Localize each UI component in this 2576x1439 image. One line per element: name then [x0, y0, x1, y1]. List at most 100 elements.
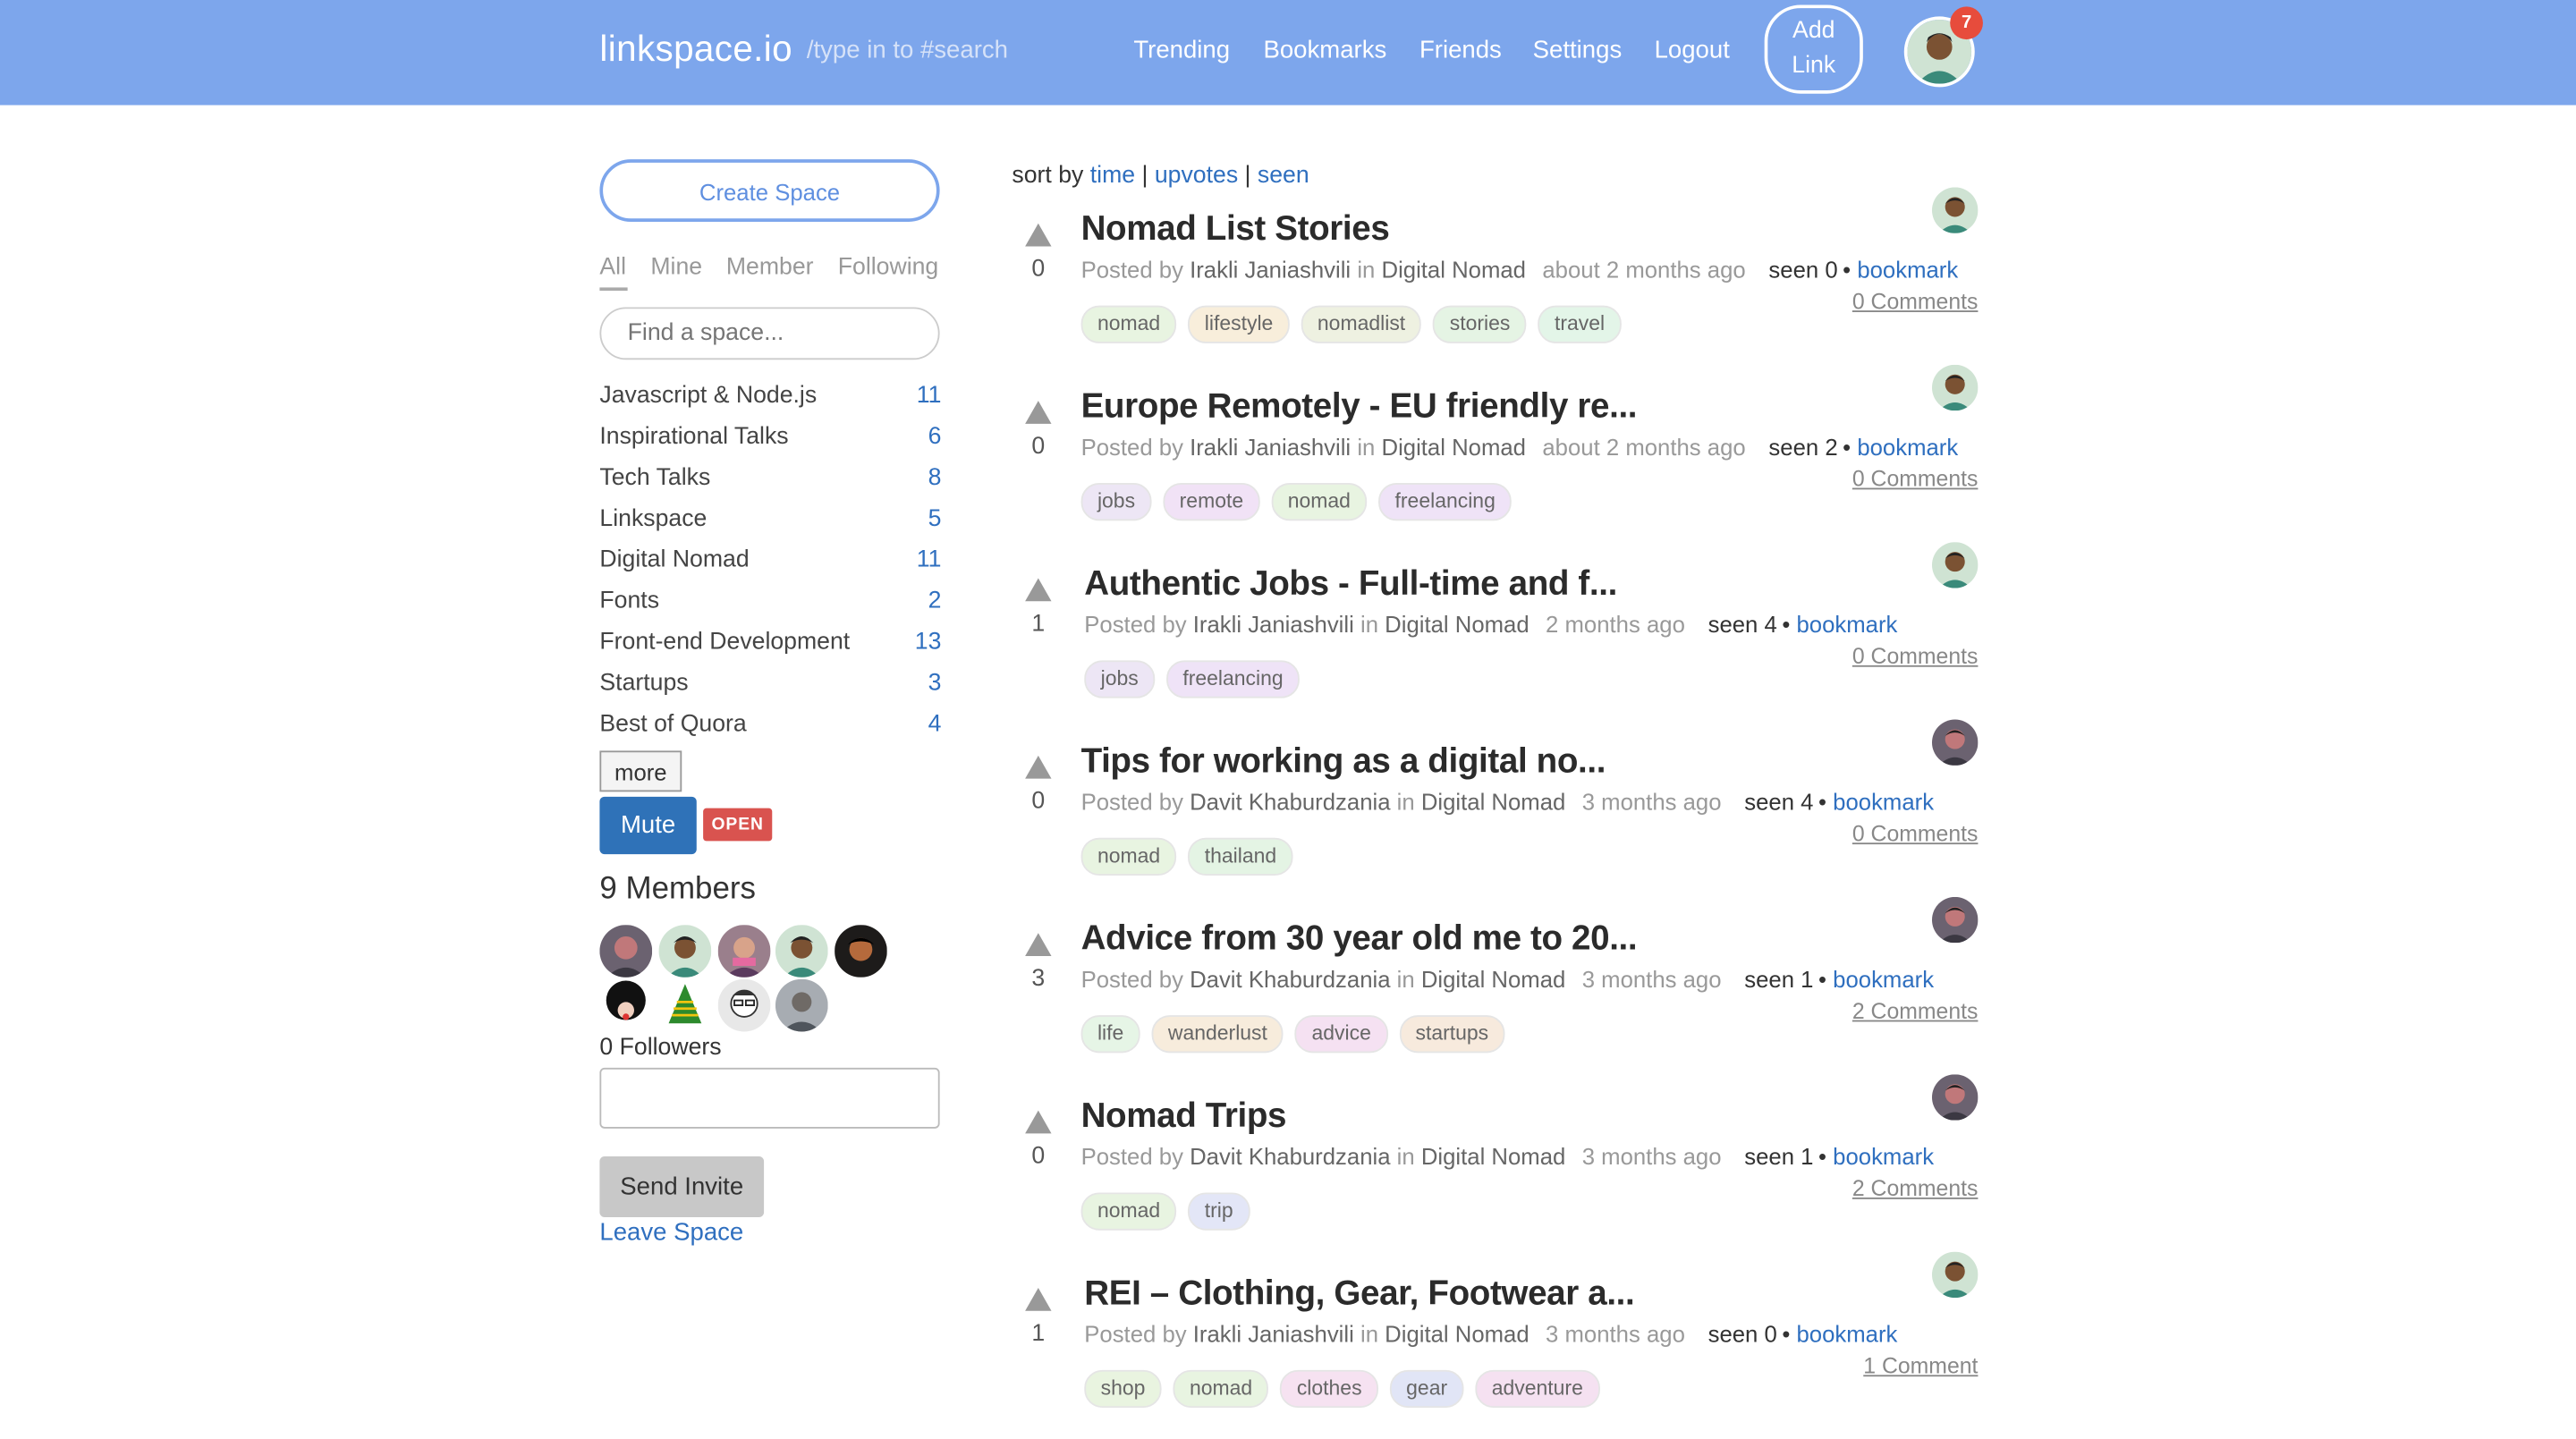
upvote-arrow-icon[interactable]	[1025, 1110, 1052, 1134]
space-item[interactable]: Tech Talks 8	[599, 465, 941, 501]
post-author[interactable]: Davit Khaburdzania	[1190, 1143, 1390, 1169]
tag[interactable]: life	[1080, 1015, 1140, 1054]
post-space[interactable]: Digital Nomad	[1385, 611, 1530, 637]
tag[interactable]: jobs	[1080, 483, 1152, 521]
send-invite-button[interactable]: Send Invite	[599, 1156, 765, 1218]
author-avatar[interactable]	[1932, 364, 1979, 411]
nav-friends[interactable]: Friends	[1419, 36, 1502, 63]
post-title[interactable]: REI – Clothing, Gear, Footwear a...	[1084, 1274, 1635, 1314]
space-item[interactable]: Linkspace 5	[599, 506, 941, 542]
post-author[interactable]: Irakli Janiashvili	[1193, 1321, 1354, 1347]
tag[interactable]: clothes	[1280, 1369, 1378, 1409]
invite-input[interactable]	[599, 1067, 940, 1129]
search-input[interactable]: /type in to #search	[807, 36, 1008, 63]
nav-bookmarks[interactable]: Bookmarks	[1263, 36, 1386, 63]
bookmark-link[interactable]: bookmark	[1796, 1321, 1897, 1347]
post-title[interactable]: Nomad List Stories	[1081, 210, 1390, 250]
bookmark-link[interactable]: bookmark	[1857, 257, 1958, 283]
bookmark-link[interactable]: bookmark	[1833, 789, 1934, 815]
tag[interactable]: nomad	[1080, 305, 1177, 343]
sort-upvotes-link[interactable]: upvotes	[1155, 163, 1238, 189]
post-author[interactable]: Irakli Janiashvili	[1190, 257, 1351, 283]
post-author[interactable]: Davit Khaburdzania	[1190, 789, 1390, 815]
tag[interactable]: freelancing	[1165, 660, 1301, 698]
filter-following[interactable]: Following	[838, 255, 939, 281]
bookmark-link[interactable]: bookmark	[1796, 611, 1897, 637]
post-space[interactable]: Digital Nomad	[1381, 257, 1526, 283]
member-avatar[interactable]	[658, 925, 712, 978]
member-avatar[interactable]	[775, 925, 828, 978]
space-item[interactable]: Inspirational Talks 6	[599, 424, 941, 460]
space-item[interactable]: Best of Quora 4	[599, 711, 941, 747]
member-avatar[interactable]	[599, 978, 653, 1032]
upvote-arrow-icon[interactable]	[1025, 578, 1052, 602]
tag[interactable]: nomadlist	[1301, 305, 1422, 343]
sort-time-link[interactable]: time	[1090, 163, 1135, 189]
post-title[interactable]: Nomad Trips	[1081, 1097, 1287, 1137]
nav-logout[interactable]: Logout	[1655, 36, 1730, 63]
notification-badge[interactable]: 7	[1950, 6, 1983, 40]
post-space[interactable]: Digital Nomad	[1421, 966, 1566, 992]
filter-all[interactable]: All	[599, 255, 626, 281]
upvote-arrow-icon[interactable]	[1025, 223, 1052, 247]
space-item[interactable]: Startups 3	[599, 670, 941, 706]
tag[interactable]: nomad	[1271, 483, 1368, 521]
sort-seen-link[interactable]: seen	[1258, 163, 1309, 189]
author-avatar[interactable]	[1932, 187, 1979, 233]
tag[interactable]: stories	[1433, 305, 1527, 343]
space-item[interactable]: Front-end Development 13	[599, 629, 941, 664]
post-author[interactable]: Irakli Janiashvili	[1193, 611, 1354, 637]
tag[interactable]: startups	[1399, 1015, 1505, 1054]
upvote-arrow-icon[interactable]	[1025, 1288, 1052, 1311]
tag[interactable]: trip	[1188, 1192, 1250, 1231]
tag[interactable]: thailand	[1188, 837, 1293, 876]
tag[interactable]: shop	[1084, 1369, 1162, 1409]
comments-link[interactable]: 0 Comments	[1852, 289, 1979, 314]
leave-space-link[interactable]: Leave Space	[599, 1219, 743, 1247]
post-title[interactable]: Authentic Jobs - Full-time and f...	[1084, 565, 1617, 605]
comments-link[interactable]: 2 Comments	[1852, 999, 1979, 1024]
tag[interactable]: nomad	[1080, 1192, 1177, 1231]
bookmark-link[interactable]: bookmark	[1833, 966, 1934, 992]
create-space-button[interactable]: Create Space	[599, 159, 940, 222]
filter-member[interactable]: Member	[726, 255, 814, 281]
post-title[interactable]: Tips for working as a digital no...	[1081, 742, 1606, 782]
tag[interactable]: gear	[1389, 1369, 1464, 1409]
post-space[interactable]: Digital Nomad	[1421, 789, 1566, 815]
member-avatar[interactable]	[775, 978, 828, 1032]
space-item[interactable]: Javascript & Node.js 11	[599, 383, 941, 419]
tag[interactable]: lifestyle	[1188, 305, 1290, 343]
comments-link[interactable]: 0 Comments	[1852, 467, 1979, 492]
member-avatar[interactable]	[599, 925, 653, 978]
post-title[interactable]: Advice from 30 year old me to 20...	[1081, 920, 1638, 960]
comments-link[interactable]: 1 Comment	[1863, 1353, 1978, 1378]
post-title[interactable]: Europe Remotely - EU friendly re...	[1081, 387, 1638, 427]
post-author[interactable]: Davit Khaburdzania	[1190, 966, 1390, 992]
comments-link[interactable]: 2 Comments	[1852, 1176, 1979, 1201]
space-item[interactable]: Fonts 2	[599, 588, 941, 624]
more-spaces-button[interactable]: more	[599, 750, 682, 792]
tag[interactable]: remote	[1163, 483, 1260, 521]
post-author[interactable]: Irakli Janiashvili	[1190, 434, 1351, 460]
upvote-arrow-icon[interactable]	[1025, 933, 1052, 956]
comments-link[interactable]: 0 Comments	[1852, 821, 1979, 846]
tag[interactable]: advice	[1295, 1015, 1388, 1054]
member-avatar[interactable]	[658, 978, 712, 1032]
bookmark-link[interactable]: bookmark	[1857, 434, 1958, 460]
tag[interactable]: wanderlust	[1151, 1015, 1284, 1054]
upvote-arrow-icon[interactable]	[1025, 755, 1052, 779]
tag[interactable]: travel	[1538, 305, 1622, 343]
author-avatar[interactable]	[1932, 542, 1979, 588]
author-avatar[interactable]	[1932, 1251, 1979, 1299]
member-avatar[interactable]	[717, 978, 771, 1032]
brand-logo[interactable]: linkspace.io	[599, 28, 792, 71]
find-space-input[interactable]	[599, 307, 940, 360]
tag[interactable]: jobs	[1084, 660, 1156, 698]
mute-button[interactable]: Mute	[599, 796, 697, 855]
nav-settings[interactable]: Settings	[1533, 36, 1623, 63]
author-avatar[interactable]	[1932, 896, 1979, 944]
post-space[interactable]: Digital Nomad	[1385, 1321, 1530, 1347]
tag[interactable]: freelancing	[1378, 483, 1513, 521]
member-avatar[interactable]	[835, 925, 887, 978]
tag[interactable]: nomad	[1080, 837, 1177, 876]
